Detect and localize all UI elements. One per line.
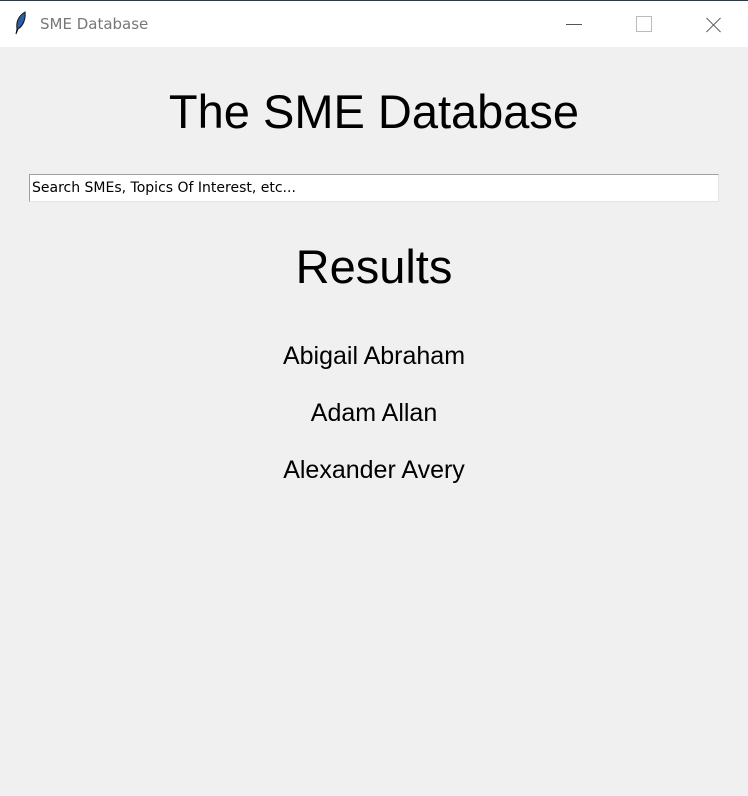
result-item[interactable]: Adam Allan [0,399,748,428]
page-title: The SME Database [168,85,580,138]
results-heading: Results [295,240,453,293]
window-title: SME Database [40,15,149,33]
minimize-button[interactable] [552,1,598,47]
result-item[interactable]: Abigail Abraham [0,342,748,371]
result-item[interactable]: Alexander Avery [0,456,748,485]
title-bar: SME Database [0,1,748,47]
app-window: SME Database The SME Database Results Ab… [0,0,748,796]
maximize-button[interactable] [620,1,666,47]
feather-icon [15,11,26,35]
search-input[interactable] [29,174,719,202]
close-button[interactable] [690,1,736,47]
